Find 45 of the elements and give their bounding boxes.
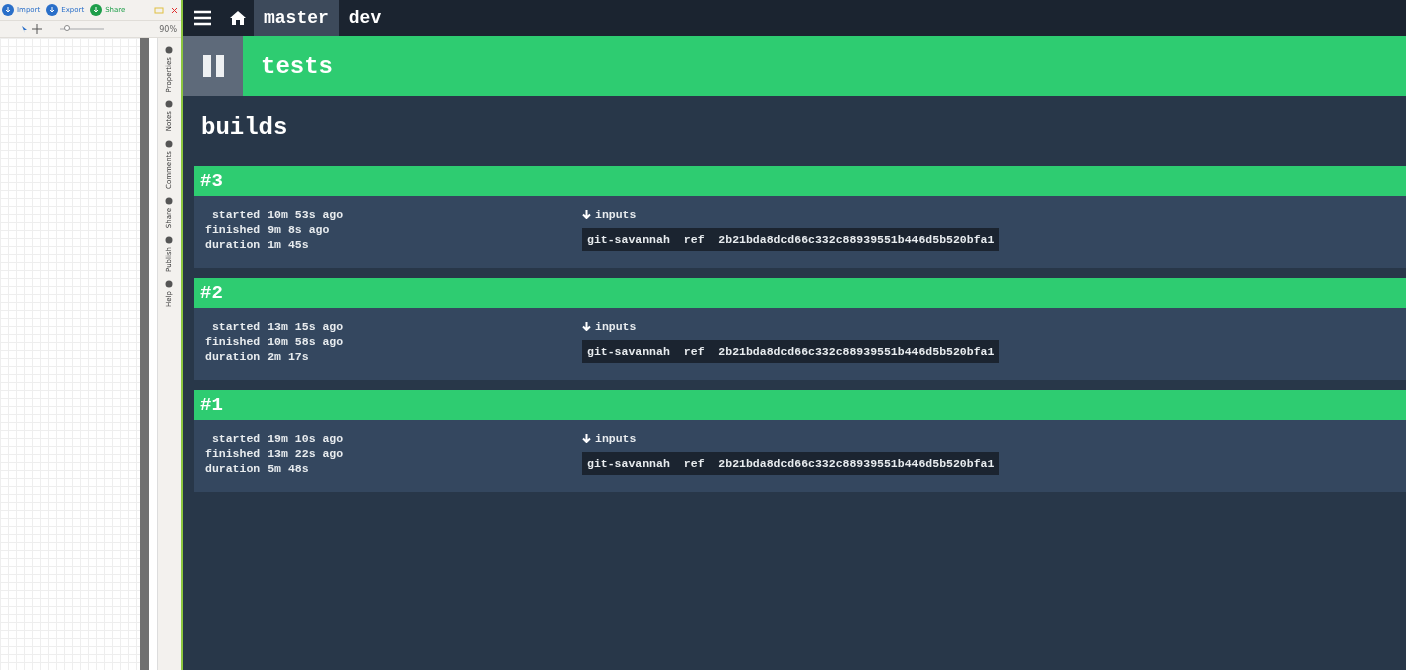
detail-value: 13m 15s ago	[267, 320, 344, 333]
pause-icon	[202, 55, 224, 77]
branch-tab[interactable]: master	[254, 0, 339, 36]
down-arrow-icon[interactable]	[582, 322, 591, 331]
tab-icon	[165, 279, 173, 288]
detail-label: finished	[205, 223, 261, 236]
input-version: git-savannah ref 2b21bda8dcd66c332c88939551b446d5b520bfa1	[582, 228, 1000, 251]
tab-icon	[165, 235, 173, 244]
pipeline-name: tests	[260, 52, 333, 80]
down-arrow-icon[interactable]	[582, 210, 591, 219]
tab-icon	[165, 196, 173, 205]
detail-value: 10m 58s ago	[267, 335, 344, 348]
detail-label: duration	[205, 350, 261, 363]
detail-value: 1m 45s	[267, 238, 310, 251]
home-icon[interactable]	[230, 10, 246, 26]
inputs-toggle[interactable]: inputs	[595, 208, 637, 221]
detail-label: finished	[205, 447, 261, 460]
detail-value: 2m 17s	[267, 350, 310, 363]
detail-label: started	[210, 208, 261, 221]
detail-value: 19m 10s ago	[267, 432, 344, 445]
detail-value: 13m 22s ago	[267, 447, 344, 460]
section-title: builds	[200, 113, 289, 143]
branch-tab[interactable]: dev	[338, 0, 392, 36]
tab-icon	[165, 100, 173, 109]
detail-value: 5m 48s	[267, 462, 310, 475]
detail-label: duration	[205, 238, 261, 251]
detail-value: 10m 53s ago	[267, 208, 344, 221]
inputs-toggle[interactable]: inputs	[595, 320, 637, 333]
tab-icon	[165, 46, 173, 54]
detail-value: 9m 8s ago	[267, 223, 331, 236]
detail-label: started	[210, 432, 261, 445]
zoom-reading: 90%	[159, 24, 177, 34]
tab-icon	[165, 139, 173, 148]
down-arrow-icon[interactable]	[582, 434, 591, 443]
inputs-toggle[interactable]: inputs	[595, 432, 637, 445]
menu-icon[interactable]	[194, 10, 211, 26]
input-version: git-savannah ref 2b21bda8dcd66c332c88939551b446d5b520bfa1	[582, 452, 1000, 475]
detail-label: finished	[205, 335, 261, 348]
scrollbar-thumb[interactable]	[140, 38, 149, 670]
pause-button[interactable]	[183, 36, 243, 96]
move-icon[interactable]	[32, 24, 42, 34]
input-version: git-savannah ref 2b21bda8dcd66c332c88939551b446d5b520bfa1	[582, 340, 1000, 363]
detail-label: duration	[205, 462, 261, 475]
detail-label: started	[210, 320, 261, 333]
close-icon[interactable]	[170, 5, 179, 15]
